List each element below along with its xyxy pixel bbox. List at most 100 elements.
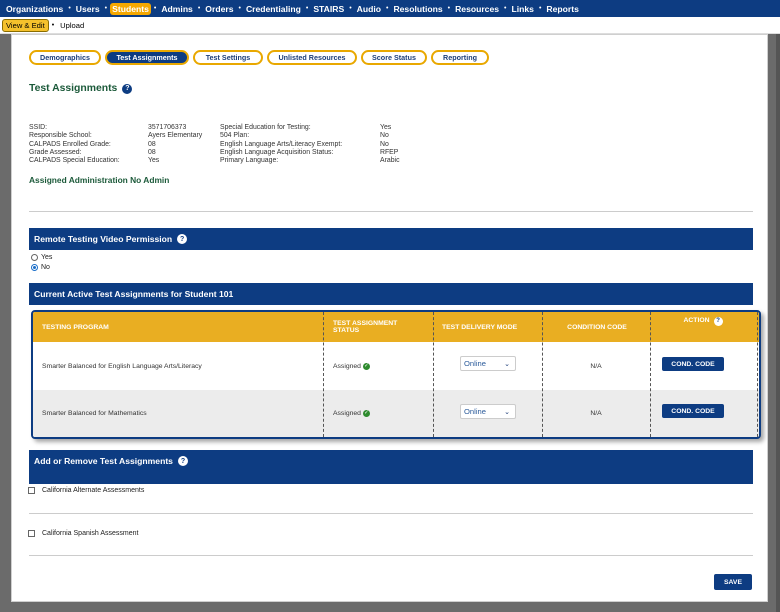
checkbox-label: California Spanish Assessment <box>42 530 139 537</box>
subnav-upload[interactable]: Upload <box>57 20 87 31</box>
info-label: Grade Assessed: <box>29 148 82 156</box>
sub-nav: View & Edit • Upload <box>0 17 780 34</box>
nav-orders[interactable]: Orders <box>203 3 235 15</box>
delivery-mode-select[interactable]: Online ⌄ <box>460 356 516 371</box>
nav-users[interactable]: Users <box>74 3 102 15</box>
cell-program: Smarter Balanced for English Language Ar… <box>42 362 202 370</box>
nav-resources[interactable]: Resources <box>453 3 501 15</box>
checkbox-label: California Alternate Assessments <box>42 487 145 494</box>
chevron-down-icon: ⌄ <box>504 361 510 368</box>
student-info-right-values: Yes No No RFEP Arabic <box>380 124 400 165</box>
cond-code-button[interactable]: COND. CODE <box>662 357 724 371</box>
info-value: No <box>380 140 389 148</box>
page-title-text: Test Assignments <box>29 83 118 94</box>
th-condition-code: CONDITION CODE <box>567 323 627 331</box>
page-title: Test Assignments ? <box>29 83 133 94</box>
cell-status: Assigned ✓ <box>333 360 370 372</box>
nav-separator: • <box>538 5 542 12</box>
info-label: SSID: <box>29 124 47 131</box>
divider <box>29 211 753 212</box>
radio-no[interactable]: No <box>31 264 50 271</box>
nav-resolutions[interactable]: Resolutions <box>391 3 444 15</box>
nav-audio[interactable]: Audio <box>355 3 383 15</box>
main-panel: Demographics Test Assignments Test Setti… <box>11 34 768 602</box>
th-action-label: ACTION <box>683 317 710 324</box>
info-value: 08 <box>148 148 156 156</box>
delivery-mode-select[interactable]: Online ⌄ <box>460 404 516 419</box>
nav-separator: • <box>504 5 507 12</box>
student-info-left-labels: SSID: Responsible School: CALPADS Enroll… <box>29 124 120 165</box>
radio-button-yes[interactable] <box>31 254 38 261</box>
cell-status: Assigned ✓ <box>333 407 370 419</box>
nav-reports[interactable]: Reports <box>544 3 580 15</box>
add-remove-header: Add or Remove Test Assignments ? <box>29 450 753 484</box>
info-value: 08 <box>148 140 156 148</box>
question-circle-icon[interactable]: ? <box>713 317 723 326</box>
th-testing-program: TESTING PROGRAM <box>42 323 109 331</box>
question-circle-icon[interactable]: ? <box>122 83 133 94</box>
info-label: CALPADS Enrolled Grade: <box>29 140 111 148</box>
info-label: English Language Arts/Literacy Exempt: <box>220 140 343 148</box>
status-text: Assigned <box>333 362 361 370</box>
nav-students[interactable]: Students <box>110 2 151 15</box>
info-value: No <box>380 132 389 140</box>
save-button[interactable]: SAVE <box>714 574 752 590</box>
check-circle-icon: ✓ <box>362 409 370 417</box>
nav-separator: • <box>305 5 309 12</box>
student-info-left-values: 3571706373 Ayers Elementary 08 08 Yes <box>148 124 202 165</box>
info-value: Yes <box>148 157 160 165</box>
subnav-separator: • <box>51 21 55 29</box>
checkbox-spanish[interactable]: California Spanish Assessment <box>28 530 139 537</box>
subnav-view-edit[interactable]: View & Edit <box>2 18 49 32</box>
nav-links[interactable]: Links <box>509 3 535 15</box>
info-label: Primary Language: <box>220 157 279 165</box>
column-divider <box>433 312 434 437</box>
question-circle-icon[interactable]: ? <box>177 234 188 244</box>
cond-code-button[interactable]: COND. CODE <box>662 404 724 418</box>
tab-demographics[interactable]: Demographics <box>29 50 101 65</box>
scrollbar[interactable] <box>776 34 780 612</box>
section-title: Remote Testing Video Permission <box>34 234 173 244</box>
section-title: Add or Remove Test Assignments <box>34 456 173 466</box>
divider <box>29 555 753 556</box>
nav-separator: • <box>447 5 451 12</box>
tab-test-settings[interactable]: Test Settings <box>193 50 263 65</box>
info-value: Ayers Elementary <box>148 132 203 140</box>
question-circle-icon[interactable]: ? <box>177 456 188 466</box>
assigned-administration: Assigned Administration No Admin <box>29 175 170 185</box>
cell-condition: N/A <box>590 362 602 370</box>
info-value: 3571706373 <box>148 124 187 131</box>
nav-separator: • <box>238 5 241 12</box>
nav-separator: • <box>197 5 201 12</box>
radio-button-no[interactable] <box>31 264 38 271</box>
info-label: 504 Plan: <box>220 132 250 140</box>
checkbox[interactable] <box>28 530 35 537</box>
column-divider <box>323 312 324 437</box>
top-nav: Organizations • Users • Students • Admins • … <box>0 0 780 17</box>
info-value: Arabic <box>380 157 400 165</box>
nav-stairs[interactable]: STAIRS <box>311 3 346 15</box>
select-value: Online <box>464 407 486 416</box>
nav-separator: • <box>385 5 389 12</box>
nav-credentialing[interactable]: Credentialing <box>244 3 303 15</box>
nav-organizations[interactable]: Organizations <box>4 3 65 15</box>
checkbox[interactable] <box>28 487 35 494</box>
tab-bar: Demographics Test Assignments Test Setti… <box>29 50 489 65</box>
tab-unlisted-resources[interactable]: Unlisted Resources <box>267 50 357 65</box>
info-value: Yes <box>380 124 392 131</box>
student-info-right-labels: Special Education for Testing: 504 Plan:… <box>220 124 342 165</box>
tab-reporting[interactable]: Reporting <box>431 50 489 65</box>
tab-test-assignments[interactable]: Test Assignments <box>105 50 189 65</box>
nav-separator: • <box>349 5 352 12</box>
radio-yes[interactable]: Yes <box>31 254 52 261</box>
nav-separator: • <box>68 5 71 12</box>
info-label: Special Education for Testing: <box>220 124 311 131</box>
current-assignments-header: Current Active Test Assignments for Stud… <box>29 283 753 305</box>
nav-separator: • <box>104 5 108 12</box>
cell-program: Smarter Balanced for Mathematics <box>42 409 147 417</box>
checkbox-alternate[interactable]: California Alternate Assessments <box>28 487 144 494</box>
nav-admins[interactable]: Admins <box>159 3 195 15</box>
assignments-table: TESTING PROGRAM TEST ASSIGNMENT STATUS T… <box>31 310 761 439</box>
tab-score-status[interactable]: Score Status <box>361 50 427 65</box>
th-status: TEST ASSIGNMENT STATUS <box>333 320 398 334</box>
